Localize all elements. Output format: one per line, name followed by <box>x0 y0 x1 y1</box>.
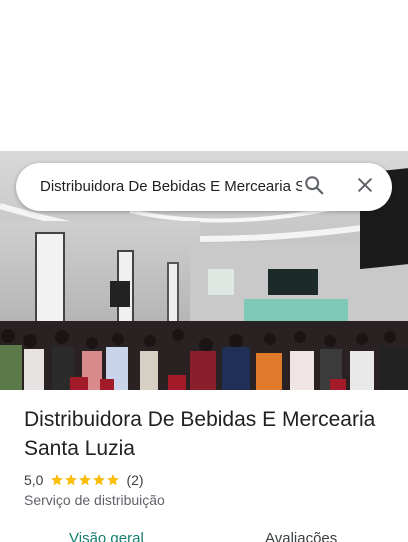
place-title: Distribuidora De Bebidas E Mercearia San… <box>24 408 376 460</box>
tab-bar: Visão geral Avaliações <box>0 528 408 542</box>
clear-search-button[interactable] <box>349 171 381 203</box>
place-category: Serviço de distribuição <box>24 492 165 508</box>
search-bar[interactable]: Distribuidora De Bebidas E Mercearia San… <box>16 163 392 211</box>
star-icon <box>65 474 78 486</box>
search-button[interactable] <box>298 171 330 203</box>
rating-value: 5,0 <box>24 472 44 488</box>
review-count: (2) <box>126 472 144 488</box>
search-icon <box>303 174 325 201</box>
star-icon <box>107 474 120 486</box>
star-icon <box>51 474 64 486</box>
close-icon <box>355 175 375 200</box>
search-input[interactable]: Distribuidora De Bebidas E Mercearia San… <box>40 163 302 211</box>
rating-row[interactable]: 5,0 (2) <box>24 471 144 489</box>
tab-reviews[interactable]: Avaliações <box>265 530 337 542</box>
map-area <box>0 0 408 151</box>
tab-overview[interactable]: Visão geral <box>69 530 144 542</box>
star-icon <box>93 474 106 486</box>
star-icon <box>79 474 92 486</box>
rating-stars <box>50 473 120 487</box>
